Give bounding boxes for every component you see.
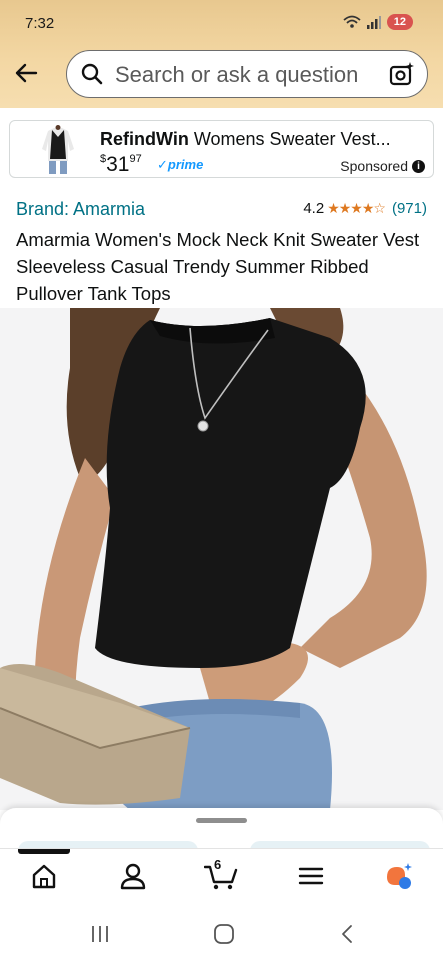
- rating-value: 4.2: [303, 200, 325, 217]
- ad-title: RefindWin Womens Sweater Vest...: [100, 129, 426, 150]
- product-title: Amarmia Women's Mock Neck Knit Sweater V…: [16, 229, 420, 304]
- star-rating-icon: ★★★★☆: [327, 200, 386, 216]
- recent-apps-icon[interactable]: [88, 922, 112, 946]
- battery-indicator: 12: [386, 14, 413, 30]
- sheet-drag-handle[interactable]: [196, 818, 247, 823]
- price-fraction: 97: [129, 153, 142, 165]
- status-icons: 12: [343, 14, 413, 30]
- search-bar[interactable]: [66, 50, 428, 98]
- sponsored-label[interactable]: Sponsored i: [340, 158, 425, 174]
- bottom-nav: 6: [0, 848, 443, 905]
- nav-active-indicator: [18, 849, 70, 854]
- home-button-icon[interactable]: [212, 922, 236, 946]
- back-arrow-icon[interactable]: [13, 60, 39, 86]
- menu-icon[interactable]: [296, 861, 326, 891]
- prime-badge: ✓prime: [157, 157, 203, 173]
- system-nav-bar: [0, 904, 443, 960]
- home-icon[interactable]: [29, 861, 59, 891]
- product-photo: [0, 308, 443, 810]
- info-icon[interactable]: i: [412, 159, 425, 173]
- app-header: 7:32 12: [0, 0, 443, 108]
- price-whole: 31: [106, 153, 130, 176]
- ad-price: $3197: [100, 153, 142, 177]
- sponsored-ad-card[interactable]: RefindWin Womens Sweater Vest... $3197 ✓…: [9, 120, 434, 178]
- prime-label: prime: [167, 157, 204, 172]
- lens-camera-icon[interactable]: [389, 61, 415, 87]
- rating-summary[interactable]: 4.2 ★★★★☆ (971): [303, 200, 427, 217]
- product-image[interactable]: [0, 308, 443, 810]
- status-time: 7:32: [25, 15, 55, 32]
- search-input[interactable]: [113, 59, 382, 91]
- cart-count-badge: 6: [214, 857, 222, 872]
- search-icon: [81, 63, 103, 85]
- rufus-assistant-icon[interactable]: [383, 861, 413, 891]
- prime-check-icon: ✓: [157, 157, 168, 172]
- ad-brand: RefindWin: [100, 129, 189, 149]
- wifi-icon: [343, 15, 361, 28]
- cart-button[interactable]: 6: [203, 857, 238, 891]
- account-icon[interactable]: [118, 861, 148, 891]
- sponsored-text: Sponsored: [340, 158, 408, 174]
- signal-icon: [366, 15, 381, 29]
- review-count[interactable]: (971): [392, 200, 427, 217]
- brand-link[interactable]: Brand: Amarmia: [16, 199, 145, 220]
- system-back-icon[interactable]: [336, 922, 360, 946]
- ad-title-text: Womens Sweater Vest...: [188, 129, 391, 149]
- ad-product-thumbnail: [42, 125, 74, 174]
